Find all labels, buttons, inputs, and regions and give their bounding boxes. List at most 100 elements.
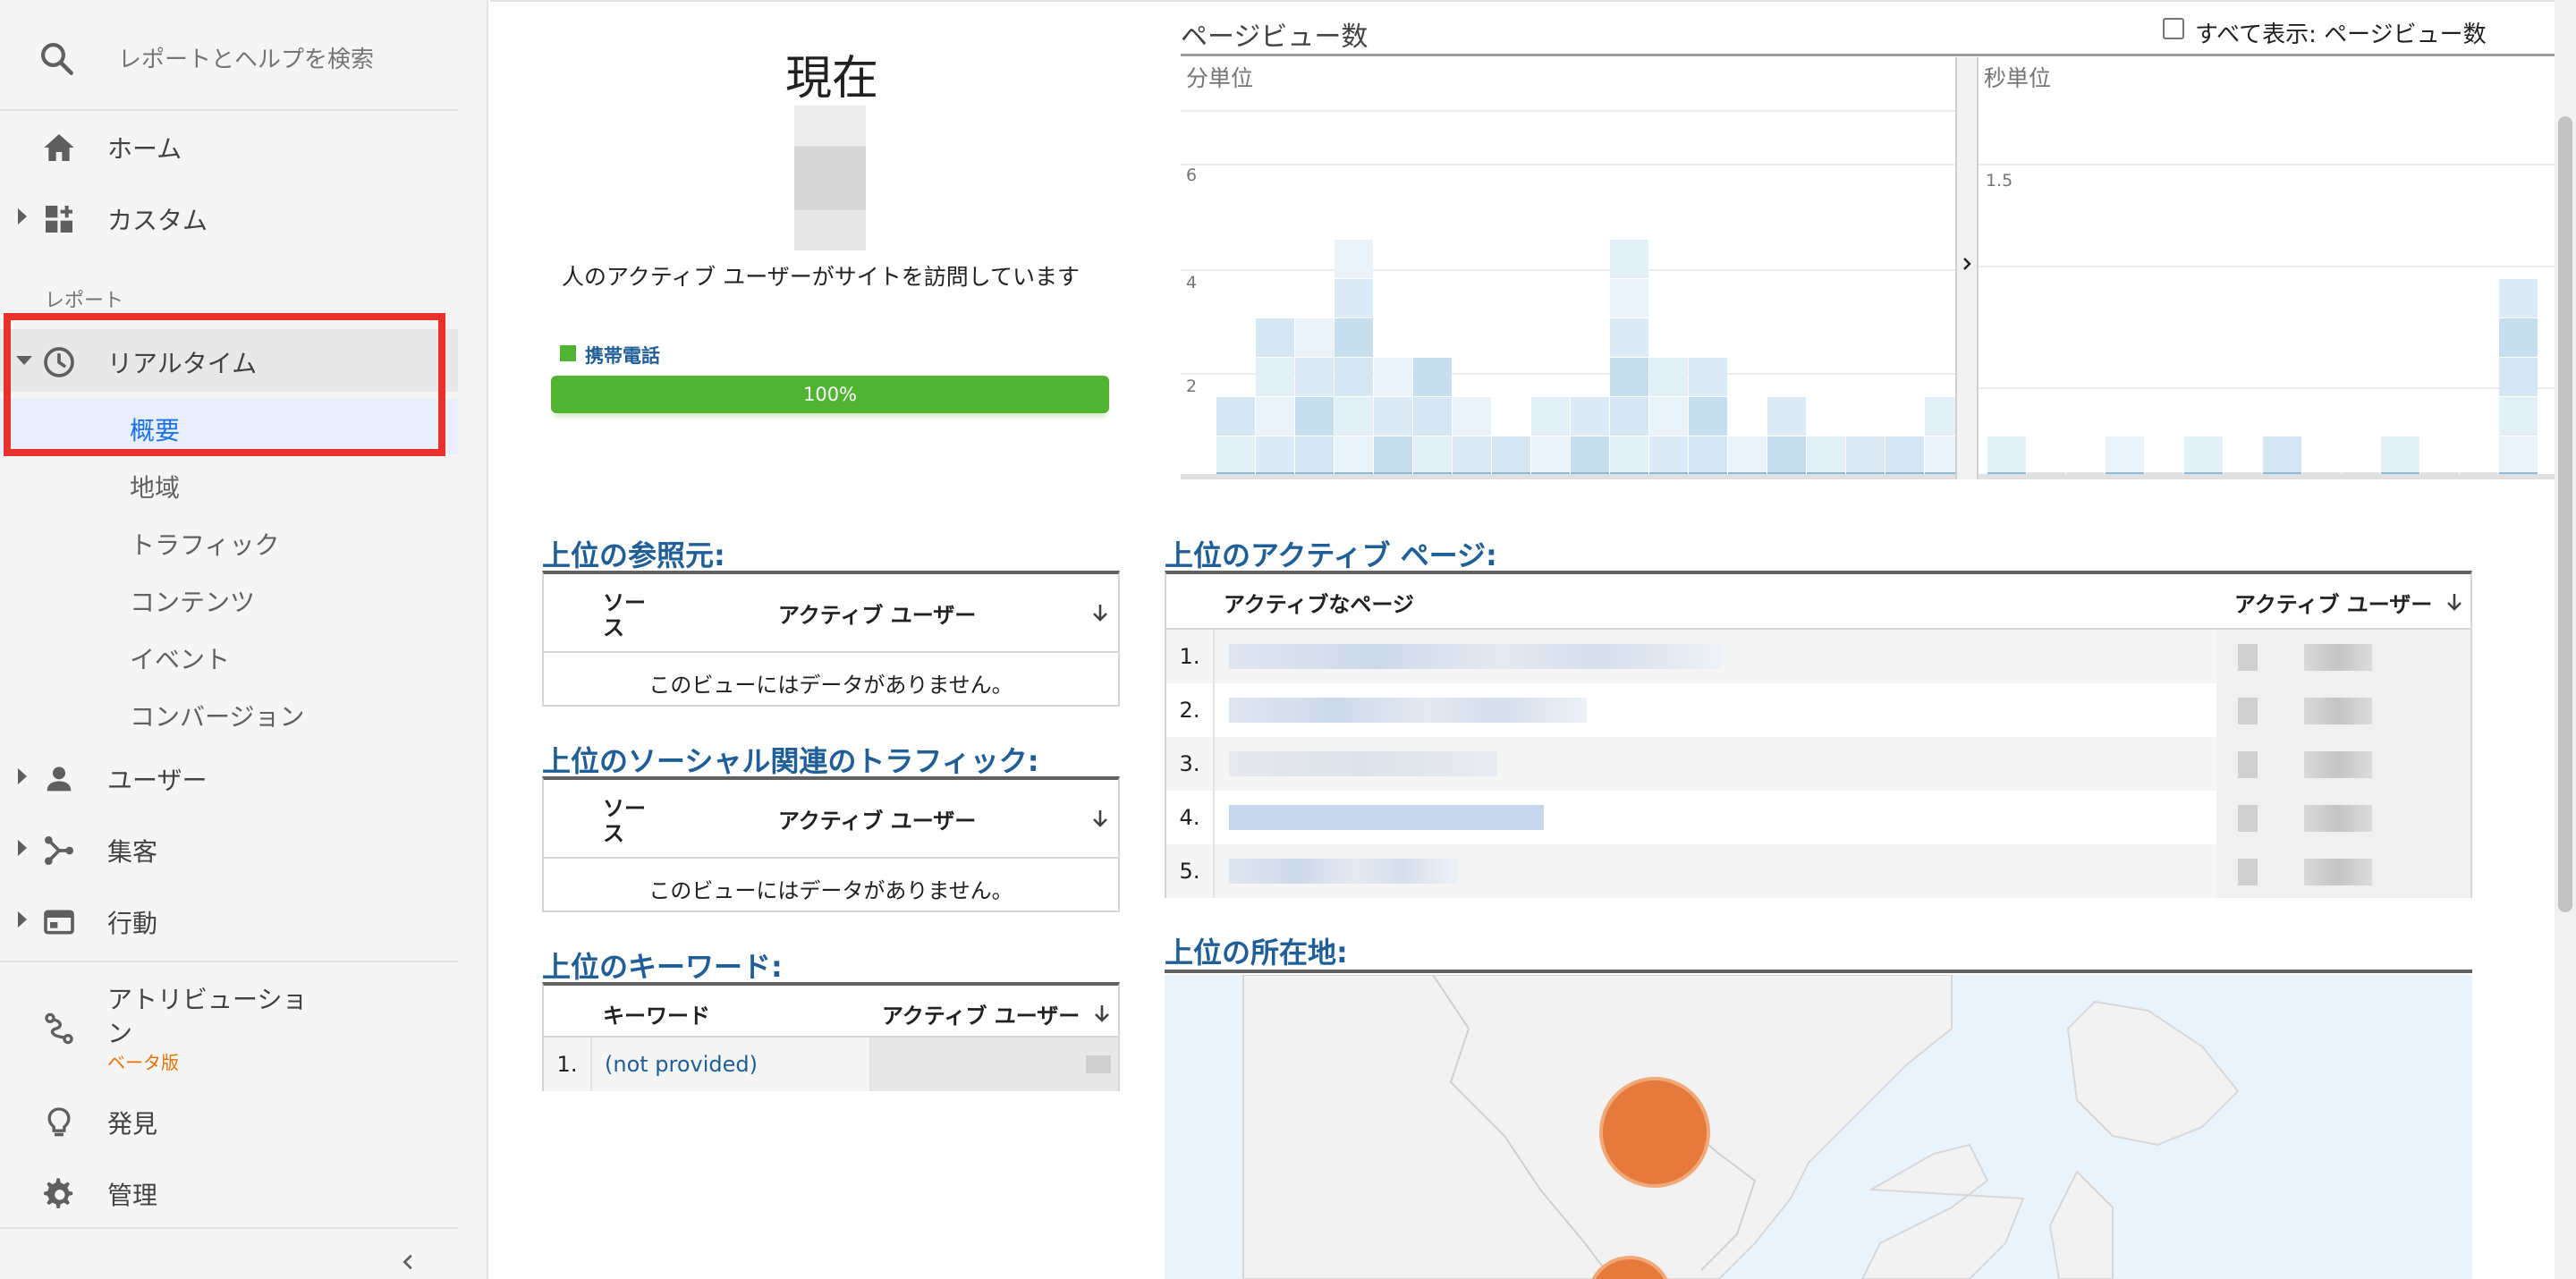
locations-title: 上位の所在地: xyxy=(1165,936,1348,970)
nav-realtime-traffic[interactable]: トラフィック xyxy=(0,513,458,569)
search-icon[interactable] xyxy=(38,39,75,77)
now-title: 現在 xyxy=(785,52,879,106)
heat-cell xyxy=(1649,397,1688,436)
mobile-legend-swatch xyxy=(560,345,576,361)
heat-cell xyxy=(1531,397,1570,436)
heat-cell xyxy=(1610,358,1648,396)
behavior-icon xyxy=(44,910,74,935)
heat-cell xyxy=(1335,318,1373,357)
nav-realtime-content[interactable]: コンテンツ xyxy=(0,571,458,626)
heat-cell xyxy=(1256,436,1294,475)
lightbulb-icon xyxy=(47,1107,71,1137)
search-bar[interactable]: レポートとヘルプを検索 xyxy=(0,0,458,111)
nav-users[interactable]: ユーザー xyxy=(0,746,458,809)
social-source-header[interactable]: ソース xyxy=(603,796,653,846)
heat-cell xyxy=(2184,436,2223,475)
heat-cell xyxy=(2499,318,2538,357)
locations-map[interactable] xyxy=(1165,975,2472,1279)
nav-realtime-locations[interactable]: 地域 xyxy=(0,456,458,512)
sort-down-arrow-icon[interactable] xyxy=(1089,601,1111,624)
active-page-header[interactable]: アクティブなページ xyxy=(1224,587,1414,618)
y-tick-2: 2 xyxy=(1186,377,1197,396)
sort-down-arrow-icon[interactable] xyxy=(2444,590,2465,614)
show-all-label[interactable]: すべて表示: ページビュー数 xyxy=(2195,16,2487,49)
nav-admin[interactable]: 管理 xyxy=(0,1161,458,1224)
home-icon xyxy=(44,134,74,161)
active-page-row[interactable]: 3. xyxy=(1166,737,2470,791)
expand-caret-icon[interactable] xyxy=(18,840,27,856)
heat-cell xyxy=(1807,436,1845,475)
heat-cell xyxy=(1295,318,1334,357)
nav-custom[interactable]: カスタム xyxy=(0,186,458,249)
keywords-table: キーワード アクティブ ユーザー 1. (not provided) xyxy=(542,982,1120,1091)
nav-realtime-locations-label: 地域 xyxy=(130,473,181,503)
page-path-redacted xyxy=(1229,805,1544,830)
keywords-keyword-header[interactable]: キーワード xyxy=(603,998,710,1029)
scrollbar-thumb[interactable] xyxy=(2558,116,2572,912)
heat-cell xyxy=(1649,436,1688,475)
heat-cell xyxy=(1492,436,1530,475)
location-bubble[interactable] xyxy=(1599,1077,1710,1188)
per-minute-bars xyxy=(1216,240,2081,478)
heat-cell xyxy=(1531,436,1570,475)
heat-cell xyxy=(1610,318,1648,357)
pageviews-title: ページビュー数 xyxy=(1181,21,1368,53)
expand-caret-icon[interactable] xyxy=(18,208,27,224)
keyword-active-redacted xyxy=(869,1038,1118,1091)
nav-discover-label: 発見 xyxy=(107,1109,158,1139)
heat-cell xyxy=(1767,397,1806,436)
sort-down-arrow-icon[interactable] xyxy=(1091,1002,1113,1025)
show-all-checkbox[interactable] xyxy=(2163,18,2184,39)
heat-cell xyxy=(1728,436,1767,475)
expand-caret-icon[interactable] xyxy=(18,768,27,784)
heat-cell xyxy=(1374,397,1412,436)
beta-badge: ベータ版 xyxy=(107,1052,179,1073)
nav-realtime-conversions[interactable]: コンバージョン xyxy=(0,685,458,741)
active-page-row[interactable]: 5. xyxy=(1166,844,2470,898)
nav-home[interactable]: ホーム xyxy=(0,114,458,177)
nav-discover[interactable]: 発見 xyxy=(0,1089,458,1152)
per-second-chart[interactable]: 1.5 秒単位 xyxy=(1979,57,2562,483)
keyword-rank: 1. xyxy=(544,1038,592,1091)
heat-cell xyxy=(1335,397,1373,436)
heat-cell xyxy=(1256,397,1294,436)
referrals-source-header[interactable]: ソース xyxy=(603,590,653,640)
chevron-right-icon[interactable] xyxy=(1959,254,1975,274)
heat-cell xyxy=(1413,358,1452,396)
nav-behavior[interactable]: 行動 xyxy=(0,889,458,952)
pageviews-divider xyxy=(1181,54,2562,56)
referrals-active-header[interactable]: アクティブ ユーザー xyxy=(778,597,976,629)
heat-cell xyxy=(1571,436,1609,475)
gear-icon xyxy=(44,1178,73,1208)
keyword-row[interactable]: 1. (not provided) xyxy=(544,1038,1118,1091)
heat-cell xyxy=(1610,397,1648,436)
keyword-link[interactable]: (not provided) xyxy=(605,1052,758,1077)
heat-cell xyxy=(2499,436,2538,475)
per-minute-chart[interactable]: 6 4 2 分単位 xyxy=(1181,57,2081,483)
device-share-bar[interactable]: 100% xyxy=(551,376,1109,413)
referrals-table: ソース アクティブ ユーザー このビューにはデータがありません。 xyxy=(542,571,1120,707)
top-divider xyxy=(490,0,2558,2)
collapse-sidebar-icon[interactable] xyxy=(399,1252,419,1272)
nav-divider xyxy=(0,961,458,962)
active-page-row[interactable]: 2. xyxy=(1166,683,2470,737)
nav-admin-label: 管理 xyxy=(107,1181,158,1210)
active-pages-active-header[interactable]: アクティブ ユーザー xyxy=(2234,587,2432,618)
heat-cell xyxy=(1413,436,1452,475)
x-axis-base xyxy=(1979,474,2562,479)
heat-cell xyxy=(1610,240,1648,278)
heat-cell xyxy=(1295,358,1334,396)
active-page-row[interactable]: 4. xyxy=(1166,791,2470,844)
page-active-redacted xyxy=(2216,791,2470,844)
nav-realtime-events[interactable]: イベント xyxy=(0,628,458,683)
sort-down-arrow-icon[interactable] xyxy=(1089,807,1111,830)
nav-acquisition[interactable]: 集客 xyxy=(0,817,458,880)
per-second-bars xyxy=(1987,279,2538,478)
social-active-header[interactable]: アクティブ ユーザー xyxy=(778,803,976,834)
page-active-redacted xyxy=(2216,844,2470,898)
keywords-active-header[interactable]: アクティブ ユーザー xyxy=(882,998,1080,1029)
person-icon xyxy=(47,767,72,792)
nav-attribution[interactable]: アトリビューショ ン xyxy=(0,980,458,1079)
expand-caret-icon[interactable] xyxy=(18,911,27,927)
active-page-row[interactable]: 1. xyxy=(1166,630,2470,683)
